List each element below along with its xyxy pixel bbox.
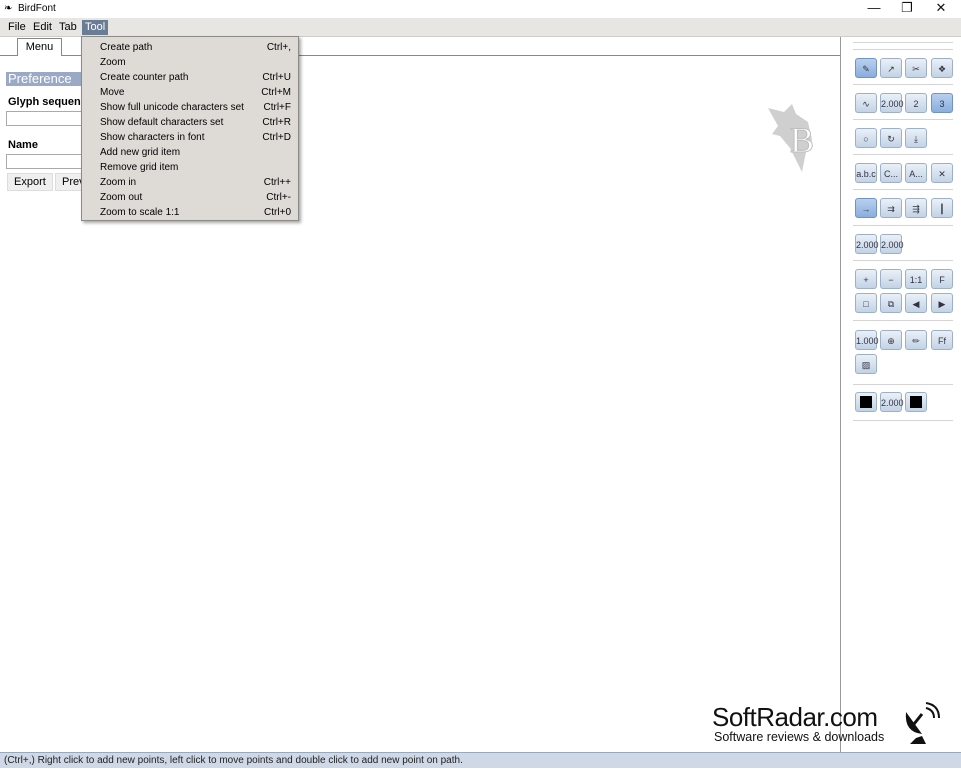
- menu-item-shortcut: Ctrl++: [263, 177, 291, 188]
- font-ff-button[interactable]: Ff: [931, 330, 953, 350]
- square-view-button[interactable]: □: [855, 293, 877, 313]
- softradar-watermark: SoftRadar.com Software reviews & downloa…: [712, 702, 952, 750]
- zoom-1-1-button[interactable]: 1:1: [905, 269, 927, 289]
- tool-menu-item[interactable]: Show characters in font Ctrl+D: [82, 130, 298, 145]
- kerning-a-button[interactable]: A...: [905, 163, 927, 183]
- menu-tool[interactable]: Tool: [82, 20, 109, 35]
- tab-menu[interactable]: Menu: [17, 38, 62, 56]
- background-edit-button[interactable]: ✏: [905, 330, 927, 350]
- direction-both-button[interactable]: ⇉: [880, 198, 902, 218]
- previous-view-button[interactable]: ◀: [905, 293, 927, 313]
- menu-item-shortcut: Ctrl+-: [266, 192, 291, 203]
- tool-menu-item[interactable]: Zoom to scale 1:1 Ctrl+0: [82, 205, 298, 220]
- tool-menu-item[interactable]: Show full unicode characters set Ctrl+F: [82, 100, 298, 115]
- name-input[interactable]: [6, 154, 84, 169]
- baseline-tool-button[interactable]: ⤓: [905, 128, 927, 148]
- grid-width-value[interactable]: 2.000: [855, 234, 879, 254]
- menu-item-shortcut: Ctrl+M: [261, 87, 291, 98]
- stroke-color-swatch[interactable]: [905, 392, 927, 412]
- bird-app-icon: ❧: [4, 3, 13, 14]
- menu-item-label: Create path: [100, 42, 153, 53]
- minimize-button[interactable]: —: [857, 0, 891, 18]
- menu-edit[interactable]: Edit: [30, 20, 55, 35]
- eraser-tool-button[interactable]: ✂: [905, 58, 927, 78]
- point-type-3-button[interactable]: 3: [931, 93, 953, 113]
- menu-item-label: Zoom in: [100, 177, 137, 188]
- background-scale-value[interactable]: 1.000: [855, 330, 879, 350]
- crosshair-icon[interactable]: ⊕: [880, 330, 902, 350]
- watermark-tagline: Software reviews & downloads: [714, 730, 885, 744]
- export-button[interactable]: Export: [7, 173, 53, 191]
- tool-menu-item[interactable]: Create counter path Ctrl+U: [82, 70, 298, 85]
- tool-dropdown-menu: Create path Ctrl+, Zoom Create counter path…: [81, 36, 299, 221]
- bezier-tool-button[interactable]: ∿: [855, 93, 877, 113]
- menu-item-shortcut: Ctrl+F: [263, 102, 292, 113]
- direction-right-button[interactable]: →: [855, 198, 877, 218]
- grid-lines-button[interactable]: ┃: [931, 198, 953, 218]
- background-image-button[interactable]: ▨: [855, 354, 877, 374]
- menu-item-shortcut: Ctrl+0: [264, 207, 291, 218]
- pointer-tool-button[interactable]: ↗: [880, 58, 902, 78]
- name-label: Name: [8, 139, 38, 151]
- rotate-tool-button[interactable]: ↻: [880, 128, 902, 148]
- toolbox-panel: ✎ ↗ ✂ ❖ ∿ 2.000 2 3 ○ ↻ ⤓ a.b.c C... A..…: [840, 37, 961, 752]
- watermark-brand: SoftRadar.com: [712, 702, 878, 732]
- menu-tab[interactable]: Tab: [56, 20, 80, 35]
- title-bar: ❧ BirdFont — ❐ ✕: [0, 0, 961, 18]
- fill-color-swatch[interactable]: [855, 392, 877, 412]
- kerning-c-button[interactable]: C...: [880, 163, 902, 183]
- menu-item-label: Show characters in font: [100, 132, 205, 143]
- tool-menu-item[interactable]: Show default characters set Ctrl+R: [82, 115, 298, 130]
- restore-button[interactable]: ❐: [890, 0, 924, 18]
- menu-item-label: Create counter path: [100, 72, 189, 83]
- tool-menu-item[interactable]: Zoom in Ctrl++: [82, 175, 298, 190]
- zoom-fit-button[interactable]: F: [931, 269, 953, 289]
- menu-file[interactable]: File: [5, 20, 29, 35]
- menu-item-shortcut: Ctrl+R: [262, 117, 291, 128]
- menu-item-label: Add new grid item: [100, 147, 181, 158]
- point-type-2-button[interactable]: 2: [905, 93, 927, 113]
- menu-item-label: Remove grid item: [100, 162, 179, 173]
- pen-tool-button[interactable]: ✎: [855, 58, 877, 78]
- delete-tool-button[interactable]: ✕: [931, 163, 953, 183]
- glyph-sequence-label: Glyph sequen: [8, 96, 81, 108]
- svg-text:B: B: [790, 120, 814, 160]
- tool-menu-item[interactable]: Zoom: [82, 55, 298, 70]
- tool-menu-item[interactable]: Move Ctrl+M: [82, 85, 298, 100]
- satellite-dish-icon: [905, 702, 940, 744]
- tool-menu-item[interactable]: Create path Ctrl+,: [82, 40, 298, 55]
- kerning-abc-button[interactable]: a.b.c: [855, 163, 877, 183]
- direction-multi-button[interactable]: ⇶: [905, 198, 927, 218]
- tool-menu-item[interactable]: Remove grid item: [82, 160, 298, 175]
- birdfont-logo: B: [762, 100, 832, 175]
- menu-item-label: Show full unicode characters set: [100, 102, 244, 113]
- status-bar: (Ctrl+,) Right click to add new points, …: [0, 752, 843, 768]
- tool-menu-item[interactable]: Zoom out Ctrl+-: [82, 190, 298, 205]
- window-title: BirdFont: [18, 3, 56, 14]
- menu-item-shortcut: Ctrl+U: [262, 72, 291, 83]
- next-view-button[interactable]: ▶: [931, 293, 953, 313]
- menu-item-label: Move: [100, 87, 125, 98]
- stroke-value[interactable]: 2.000: [880, 392, 904, 412]
- node-tool-button[interactable]: ❖: [931, 58, 953, 78]
- overlay-view-button[interactable]: ⧉: [880, 293, 902, 313]
- glyph-sequence-input[interactable]: [6, 111, 84, 126]
- zoom-in-button[interactable]: +: [855, 269, 877, 289]
- menu-item-shortcut: Ctrl+D: [262, 132, 291, 143]
- menu-item-label: Zoom out: [100, 192, 143, 203]
- status-bar-right: [840, 752, 961, 768]
- menu-bar: File Edit Tab Tool: [0, 18, 961, 37]
- menu-item-label: Zoom: [100, 57, 126, 68]
- tool-menu-item[interactable]: Add new grid item: [82, 145, 298, 160]
- circle-tool-button[interactable]: ○: [855, 128, 877, 148]
- close-button[interactable]: ✕: [924, 0, 958, 18]
- grid-height-value[interactable]: 2.000: [880, 234, 904, 254]
- preferences-heading: Preference: [6, 72, 86, 86]
- stroke-width-value[interactable]: 2.000: [880, 93, 904, 113]
- zoom-out-button[interactable]: −: [880, 269, 902, 289]
- menu-item-label: Show default characters set: [100, 117, 224, 128]
- menu-item-shortcut: Ctrl+,: [266, 42, 291, 53]
- menu-item-label: Zoom to scale 1:1: [100, 207, 180, 218]
